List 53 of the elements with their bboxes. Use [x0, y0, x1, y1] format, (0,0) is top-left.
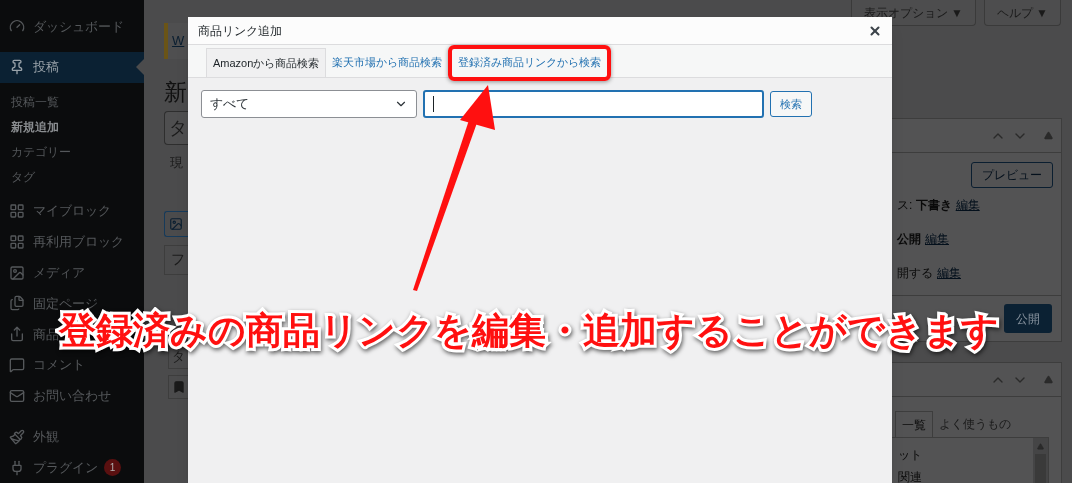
sidebar-item[interactable]: ダッシュボード — [0, 11, 124, 42]
sidebar-item[interactable]: マイブロック — [0, 195, 111, 227]
grid-icon — [9, 203, 25, 220]
submenu-item[interactable]: 投稿一覧 — [0, 89, 59, 115]
publish-button[interactable]: 公開 — [1004, 304, 1052, 333]
share-icon — [9, 326, 25, 343]
edit-link[interactable]: 編集 — [955, 196, 980, 214]
modal-tab[interactable]: 登録済み商品リンクから検索 — [452, 48, 608, 77]
envelope-icon — [9, 387, 25, 404]
submenu-item[interactable]: タグ — [0, 164, 35, 190]
pages-icon — [9, 295, 25, 312]
status-text: ス: 下書き — [897, 197, 952, 214]
sidebar-item[interactable]: 投稿 — [0, 51, 144, 83]
category-item[interactable]: 関連 — [898, 468, 922, 483]
category-item[interactable]: ット — [898, 446, 922, 464]
triangle-icon[interactable] — [1044, 375, 1053, 384]
modal-tab[interactable]: 楽天市場から商品検索 — [326, 48, 449, 77]
sidebar-item[interactable]: コメント — [0, 349, 85, 381]
current-menu-notch — [136, 58, 144, 75]
sidebar-item[interactable]: 外観 — [0, 421, 59, 453]
media-icon — [169, 216, 183, 231]
speech-bubble-icon — [9, 357, 25, 374]
modal-title: 商品リンク追加 — [198, 22, 282, 40]
search-field[interactable] — [423, 90, 764, 118]
edit-link[interactable]: 編集 — [937, 264, 961, 282]
triangle-icon[interactable] — [1044, 131, 1053, 140]
sidebar-item[interactable]: お問い合わせ — [0, 380, 111, 412]
category-select[interactable]: すべて — [201, 90, 417, 118]
page-heading: 新 — [164, 78, 187, 107]
image-icon — [9, 264, 25, 281]
edit-link[interactable]: 編集 — [925, 230, 949, 248]
notice-link[interactable]: W — [172, 31, 185, 51]
status-text: 開する — [897, 265, 933, 282]
toolbar-button[interactable] — [168, 374, 188, 399]
text-cursor — [433, 96, 434, 112]
preview-button[interactable]: プレビュー — [971, 162, 1053, 188]
search-button[interactable]: 検索 — [770, 91, 812, 117]
brush-icon — [9, 428, 25, 445]
status-text: 公開 — [897, 231, 921, 248]
bookmark-icon — [172, 379, 186, 394]
submenu-item[interactable]: カテゴリー — [0, 139, 71, 165]
sidebar-item[interactable]: プラグイン 1 — [0, 452, 121, 483]
pin-icon — [9, 59, 25, 76]
scrollbar[interactable] — [1033, 438, 1048, 483]
grid-icon — [9, 233, 25, 250]
submenu-item[interactable]: 新規追加 — [0, 114, 59, 140]
scroll-up-icon[interactable] — [1037, 443, 1044, 450]
sidebar-item[interactable]: 再利用ブロック — [0, 226, 124, 258]
modal-tab[interactable]: Amazonから商品検索 — [206, 48, 327, 77]
sidebar-item[interactable]: メディア — [0, 257, 85, 289]
plug-icon — [9, 459, 25, 476]
count-badge: 1 — [104, 459, 121, 477]
close-icon[interactable] — [868, 23, 882, 38]
